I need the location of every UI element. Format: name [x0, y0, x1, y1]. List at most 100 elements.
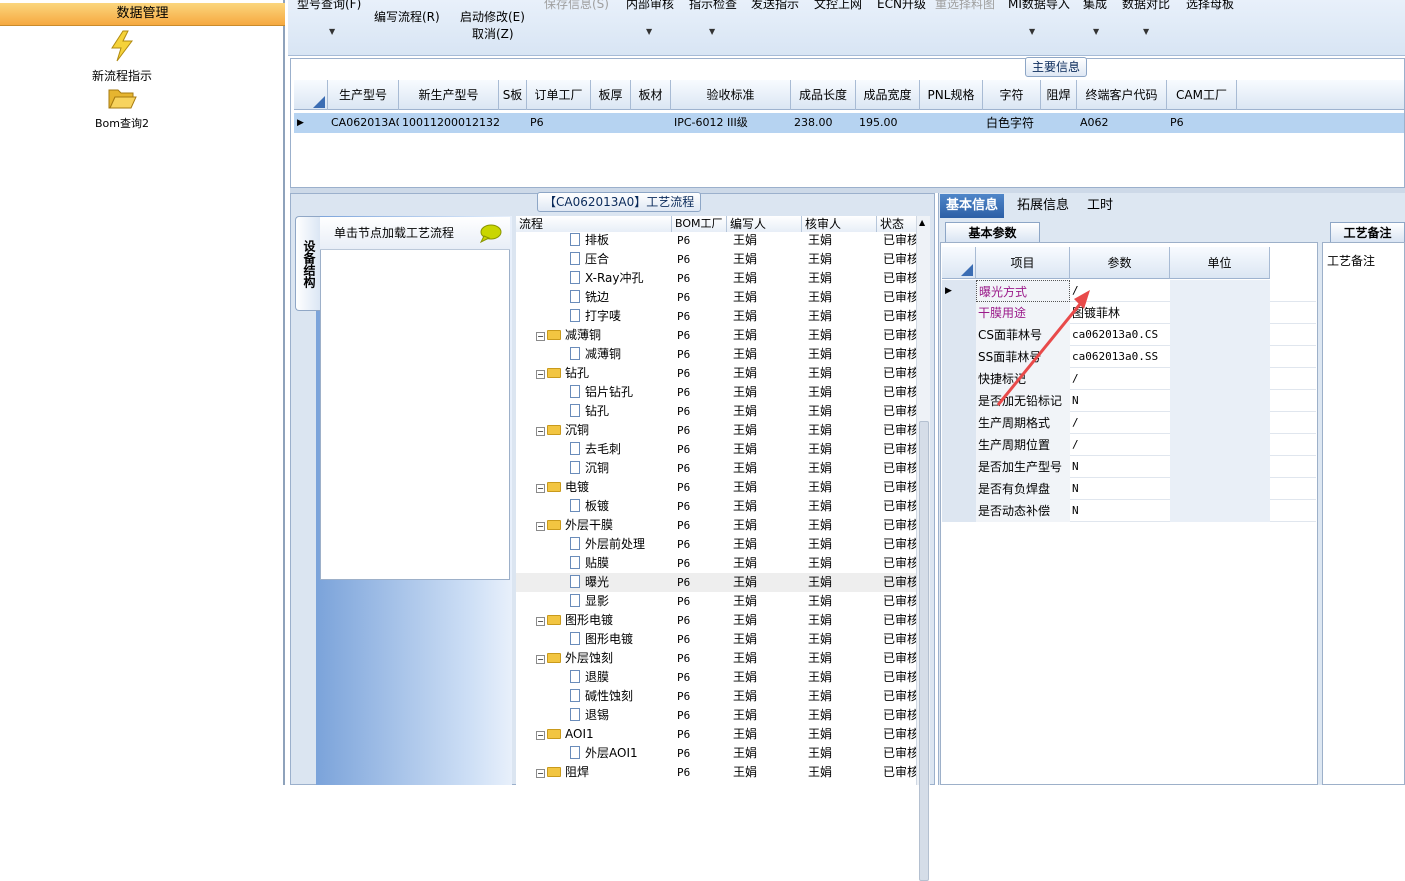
col-header[interactable]: BOM工厂: [672, 216, 727, 232]
integration-button[interactable]: 集成: [1083, 0, 1107, 12]
table-row[interactable]: ▶ CA062013A0 10011200012132 P6 IPC-6012 …: [294, 113, 1404, 133]
col-header[interactable]: PNL规格: [920, 80, 983, 110]
col-header[interactable]: 新生产型号: [399, 80, 499, 110]
write-flow-button[interactable]: 编写流程(R): [374, 8, 440, 25]
chevron-down-icon[interactable]: ▼: [1029, 27, 1035, 36]
param-unit[interactable]: [1170, 302, 1270, 324]
table-row[interactable]: X-Ray冲孔 P6 王娟 王娟 已审核: [516, 269, 916, 288]
param-unit[interactable]: [1170, 390, 1270, 412]
col-header[interactable]: 参数: [1070, 247, 1170, 279]
chevron-down-icon[interactable]: ▼: [1143, 27, 1149, 36]
vertical-scrollbar[interactable]: ▲: [916, 216, 930, 881]
collapse-icon[interactable]: −: [536, 731, 545, 740]
collapse-icon[interactable]: −: [536, 617, 545, 626]
nav-header[interactable]: 数据管理: [0, 3, 285, 26]
table-row[interactable]: − 外层蚀刻 P6 王娟 王娟 已审核: [516, 649, 916, 668]
select-mother-board-button[interactable]: 选择母板: [1186, 0, 1234, 12]
param-unit[interactable]: [1170, 478, 1270, 500]
col-header[interactable]: 字符: [983, 80, 1041, 110]
col-header[interactable]: 验收标准: [671, 80, 791, 110]
table-row[interactable]: 打字唛 P6 王娟 王娟 已审核: [516, 307, 916, 326]
param-unit[interactable]: [1170, 456, 1270, 478]
table-row[interactable]: 减薄铜 P6 王娟 王娟 已审核: [516, 345, 916, 364]
col-header[interactable]: 项目: [976, 247, 1070, 279]
param-row[interactable]: 生产周期位置 /: [942, 434, 1316, 456]
doc-online-button[interactable]: 文控上网: [814, 0, 862, 12]
table-row[interactable]: 去毛刺 P6 王娟 王娟 已审核: [516, 440, 916, 459]
col-header[interactable]: 成品长度: [791, 80, 856, 110]
row-pointer-icon[interactable]: ▶: [942, 280, 976, 302]
table-row[interactable]: 显影 P6 王娟 王娟 已审核: [516, 592, 916, 611]
tab-work-hours[interactable]: 工时: [1081, 194, 1119, 218]
col-header[interactable]: 生产型号: [328, 80, 399, 110]
col-header[interactable]: 流程: [516, 216, 672, 232]
row-selector[interactable]: [942, 456, 976, 478]
row-selector[interactable]: [942, 500, 976, 522]
table-row[interactable]: − AOI1 P6 王娟 王娟 已审核: [516, 725, 916, 744]
collapse-icon[interactable]: −: [536, 484, 545, 493]
nav-item-new-flow[interactable]: 新流程指示: [62, 30, 182, 84]
ecn-upgrade-button[interactable]: ECN升级: [877, 0, 926, 12]
param-unit[interactable]: [1170, 500, 1270, 522]
table-row[interactable]: − 减薄铜 P6 王娟 王娟 已审核: [516, 326, 916, 345]
col-header[interactable]: 单位: [1170, 247, 1270, 279]
table-row[interactable]: 排板 P6 王娟 王娟 已审核: [516, 231, 916, 250]
instruction-check-button[interactable]: 指示检查: [689, 0, 737, 12]
tab-basic-params[interactable]: 基本参数: [945, 222, 1040, 243]
collapse-icon[interactable]: −: [536, 332, 545, 341]
collapse-icon[interactable]: −: [536, 769, 545, 778]
col-header[interactable]: S板: [499, 80, 527, 110]
collapse-icon[interactable]: −: [536, 522, 545, 531]
mi-import-button[interactable]: MI数据导入: [1008, 0, 1070, 12]
table-row[interactable]: 贴膜 P6 王娟 王娟 已审核: [516, 554, 916, 573]
row-selector[interactable]: [942, 478, 976, 500]
table-row[interactable]: − 钻孔 P6 王娟 王娟 已审核: [516, 364, 916, 383]
col-header[interactable]: 成品宽度: [856, 80, 920, 110]
col-header[interactable]: CAM工厂: [1167, 80, 1237, 110]
collapse-icon[interactable]: −: [536, 427, 545, 436]
table-row[interactable]: 钻孔 P6 王娟 王娟 已审核: [516, 402, 916, 421]
collapse-icon[interactable]: −: [536, 370, 545, 379]
collapse-icon[interactable]: −: [536, 655, 545, 664]
start-modify-button[interactable]: 启动修改(E): [460, 8, 525, 25]
chevron-down-icon[interactable]: ▼: [329, 27, 335, 36]
col-header[interactable]: 板材: [631, 80, 671, 110]
param-unit[interactable]: [1170, 434, 1270, 456]
col-header[interactable]: 状态: [877, 216, 916, 232]
table-row[interactable]: 外层前处理 P6 王娟 王娟 已审核: [516, 535, 916, 554]
send-instruction-button[interactable]: 发送指示: [751, 0, 799, 12]
param-value[interactable]: N: [1070, 500, 1170, 522]
table-row[interactable]: 退膜 P6 王娟 王娟 已审核: [516, 668, 916, 687]
param-unit[interactable]: [1170, 368, 1270, 390]
row-selector[interactable]: [942, 324, 976, 346]
scroll-thumb[interactable]: [919, 421, 929, 881]
param-unit[interactable]: [1170, 346, 1270, 368]
reselect-drawing-button[interactable]: 重选择料图: [935, 0, 995, 12]
param-row[interactable]: 是否有负焊盘 N: [942, 478, 1316, 500]
row-selector[interactable]: [942, 346, 976, 368]
tab-process-remark[interactable]: 工艺备注: [1330, 222, 1405, 243]
table-row[interactable]: 沉铜 P6 王娟 王娟 已审核: [516, 459, 916, 478]
param-row[interactable]: 是否动态补偿 N: [942, 500, 1316, 522]
table-row[interactable]: 退锡 P6 王娟 王娟 已审核: [516, 706, 916, 725]
table-row[interactable]: − 阻焊 P6 王娟 王娟 已审核: [516, 763, 916, 782]
table-row[interactable]: − 外层干膜 P6 王娟 王娟 已审核: [516, 516, 916, 535]
col-header[interactable]: 板厚: [591, 80, 631, 110]
chevron-down-icon[interactable]: ▼: [709, 27, 715, 36]
table-row[interactable]: 铝片钻孔 P6 王娟 王娟 已审核: [516, 383, 916, 402]
table-row[interactable]: 碱性蚀刻 P6 王娟 王娟 已审核: [516, 687, 916, 706]
col-header[interactable]: 订单工厂: [527, 80, 591, 110]
param-value[interactable]: N: [1070, 456, 1170, 478]
col-header[interactable]: 核审人: [802, 216, 877, 232]
col-header[interactable]: 编写人: [727, 216, 802, 232]
tab-basic-info[interactable]: 基本信息: [940, 194, 1005, 218]
table-row[interactable]: 铣边 P6 王娟 王娟 已审核: [516, 288, 916, 307]
table-row[interactable]: 板镀 P6 王娟 王娟 已审核: [516, 497, 916, 516]
data-compare-button[interactable]: 数据对比: [1122, 0, 1170, 12]
cancel-button[interactable]: 取消(Z): [472, 25, 514, 42]
scroll-up-icon[interactable]: ▲: [919, 218, 925, 227]
param-unit[interactable]: [1170, 280, 1270, 302]
param-value[interactable]: N: [1070, 478, 1170, 500]
table-row[interactable]: 外层AOI1 P6 王娟 王娟 已审核: [516, 744, 916, 763]
row-selector[interactable]: [942, 390, 976, 412]
